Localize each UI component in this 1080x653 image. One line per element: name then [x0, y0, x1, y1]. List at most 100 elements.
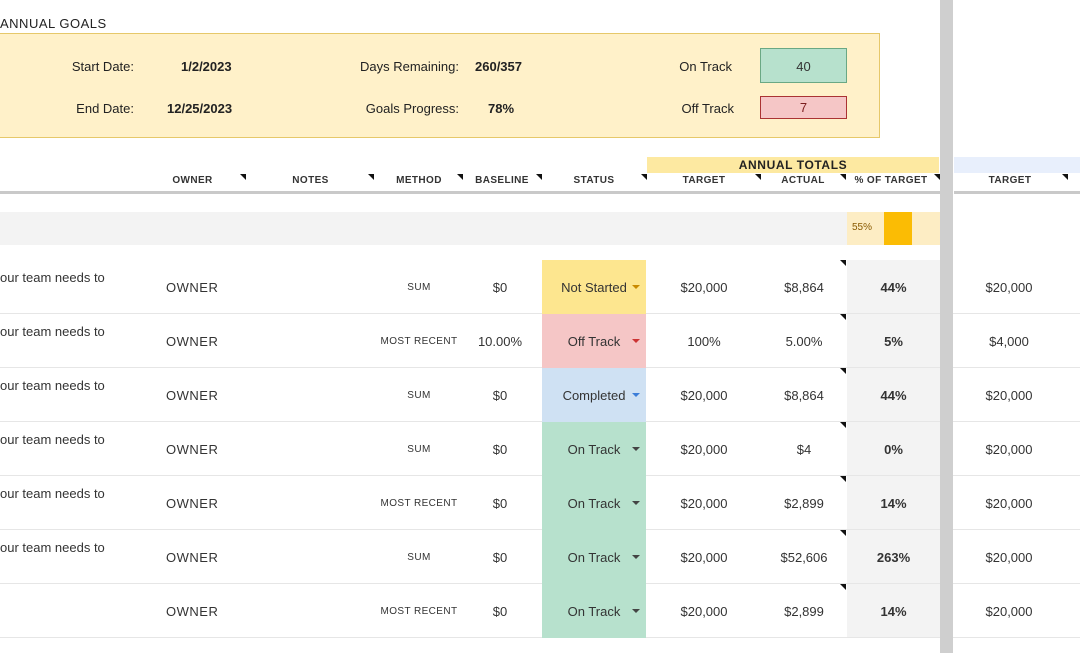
col-baseline[interactable]: BASELINE — [470, 175, 534, 186]
method-cell[interactable]: SUM — [370, 368, 468, 422]
target-right-cell[interactable]: $4,000 — [954, 314, 1064, 368]
actual-cell[interactable]: $52,606 — [760, 530, 848, 584]
baseline-cell[interactable]: 10.00% — [468, 314, 532, 368]
table-row[interactable]: our team needs to OWNER SUM $0 Completed… — [0, 368, 1080, 422]
owner-cell[interactable]: OWNER — [166, 368, 218, 422]
pct-of-target-cell: 14% — [880, 603, 907, 619]
baseline-cell[interactable]: $0 — [468, 422, 532, 476]
col-pct-of-target[interactable]: % OF TARGET — [849, 175, 933, 186]
status-dropdown[interactable]: Not Started — [542, 260, 646, 314]
actual-cell[interactable]: $4 — [760, 422, 848, 476]
target-cell[interactable]: $20,000 — [660, 422, 748, 476]
actual-cell[interactable]: $8,864 — [760, 368, 848, 422]
start-date-value[interactable]: 1/2/2023 — [181, 59, 232, 74]
col-target[interactable]: TARGET — [670, 175, 738, 186]
chevron-down-icon[interactable] — [632, 609, 640, 613]
status-label: Off Track — [567, 333, 621, 349]
owner-cell[interactable]: OWNER — [166, 530, 218, 584]
filter-actual-icon[interactable] — [840, 174, 846, 180]
table-row[interactable]: our team needs to OWNER SUM $0 On Track … — [0, 530, 1080, 584]
baseline-cell[interactable]: $0 — [468, 476, 532, 530]
target-cell[interactable]: $20,000 — [660, 260, 748, 314]
subtotal-row — [0, 212, 940, 245]
method-cell[interactable]: MOST RECENT — [370, 584, 468, 638]
frozen-column-divider[interactable] — [940, 0, 953, 653]
table-row[interactable]: our team needs to OWNER MOST RECENT $0 O… — [0, 476, 1080, 530]
status-dropdown[interactable]: On Track — [542, 530, 646, 584]
owner-cell[interactable]: OWNER — [166, 584, 218, 638]
table-row[interactable]: OWNER MOST RECENT $0 On Track $20,000 $2… — [0, 584, 1080, 638]
col-actual[interactable]: ACTUAL — [772, 175, 834, 186]
method-cell[interactable]: SUM — [370, 530, 468, 584]
note-indicator-icon — [840, 422, 846, 428]
filter-target-right-icon[interactable] — [1062, 174, 1068, 180]
baseline-cell[interactable]: $0 — [468, 530, 532, 584]
chevron-down-icon[interactable] — [632, 555, 640, 559]
method-cell[interactable]: SUM — [370, 422, 468, 476]
method-cell[interactable]: SUM — [370, 260, 468, 314]
note-indicator-icon — [840, 260, 846, 266]
status-dropdown[interactable]: On Track — [542, 584, 646, 638]
filter-status-icon[interactable] — [641, 174, 647, 180]
goal-text[interactable]: our team needs to — [0, 358, 150, 412]
col-status[interactable]: STATUS — [562, 175, 626, 186]
chevron-down-icon[interactable] — [632, 339, 640, 343]
target-cell[interactable]: $20,000 — [660, 584, 748, 638]
days-remaining-label: Days Remaining: — [360, 59, 459, 74]
target-right-cell[interactable]: $20,000 — [954, 422, 1064, 476]
target-cell[interactable]: 100% — [660, 314, 748, 368]
chevron-down-icon[interactable] — [632, 285, 640, 289]
filter-method-icon[interactable] — [457, 174, 463, 180]
goal-text[interactable]: our team needs to — [0, 412, 150, 466]
table-row[interactable]: our team needs to OWNER SUM $0 Not Start… — [0, 260, 1080, 314]
owner-cell[interactable]: OWNER — [166, 476, 218, 530]
target-cell[interactable]: $20,000 — [660, 530, 748, 584]
method-cell[interactable]: MOST RECENT — [370, 314, 468, 368]
target-right-cell[interactable]: $20,000 — [954, 530, 1064, 584]
goal-text[interactable]: our team needs to — [0, 520, 150, 574]
status-dropdown[interactable]: On Track — [542, 422, 646, 476]
owner-cell[interactable]: OWNER — [166, 314, 218, 368]
col-target-right[interactable]: TARGET — [975, 175, 1045, 186]
col-method[interactable]: METHOD — [388, 175, 450, 186]
actual-cell[interactable]: $2,899 — [760, 584, 848, 638]
section-title: ANNUAL GOALS — [0, 16, 107, 31]
actual-cell[interactable]: 5.00% — [760, 314, 848, 368]
end-date-value[interactable]: 12/25/2023 — [167, 101, 232, 116]
target-cell[interactable]: $20,000 — [660, 476, 748, 530]
progress-bar-fill — [884, 212, 912, 245]
status-dropdown[interactable]: Off Track — [542, 314, 646, 368]
table-row[interactable]: our team needs to OWNER MOST RECENT 10.0… — [0, 314, 1080, 368]
goal-text[interactable]: our team needs to — [0, 304, 150, 358]
actual-cell[interactable]: $8,864 — [760, 260, 848, 314]
baseline-cell[interactable]: $0 — [468, 368, 532, 422]
table-row[interactable]: our team needs to OWNER SUM $0 On Track … — [0, 422, 1080, 476]
target-right-cell[interactable]: $20,000 — [954, 476, 1064, 530]
status-dropdown[interactable]: Completed — [542, 368, 646, 422]
goal-text[interactable] — [0, 574, 150, 628]
filter-notes-icon[interactable] — [368, 174, 374, 180]
filter-baseline-icon[interactable] — [536, 174, 542, 180]
target-cell[interactable]: $20,000 — [660, 368, 748, 422]
col-owner[interactable]: OWNER — [165, 175, 220, 186]
method-cell[interactable]: MOST RECENT — [370, 476, 468, 530]
goal-text[interactable]: our team needs to — [0, 250, 150, 304]
actual-cell[interactable]: $2,899 — [760, 476, 848, 530]
chevron-down-icon[interactable] — [632, 447, 640, 451]
on-track-count: 40 — [760, 48, 847, 83]
owner-cell[interactable]: OWNER — [166, 422, 218, 476]
filter-owner-icon[interactable] — [240, 174, 246, 180]
chevron-down-icon[interactable] — [632, 501, 640, 505]
goal-text[interactable]: our team needs to — [0, 466, 150, 520]
chevron-down-icon[interactable] — [632, 393, 640, 397]
owner-cell[interactable]: OWNER — [166, 260, 218, 314]
target-right-cell[interactable]: $20,000 — [954, 584, 1064, 638]
target-right-cell[interactable]: $20,000 — [954, 368, 1064, 422]
filter-target-icon[interactable] — [755, 174, 761, 180]
status-dropdown[interactable]: On Track — [542, 476, 646, 530]
baseline-cell[interactable]: $0 — [468, 260, 532, 314]
target-right-cell[interactable]: $20,000 — [954, 260, 1064, 314]
off-track-count: 7 — [760, 96, 847, 119]
baseline-cell[interactable]: $0 — [468, 584, 532, 638]
col-notes[interactable]: NOTES — [283, 175, 338, 186]
